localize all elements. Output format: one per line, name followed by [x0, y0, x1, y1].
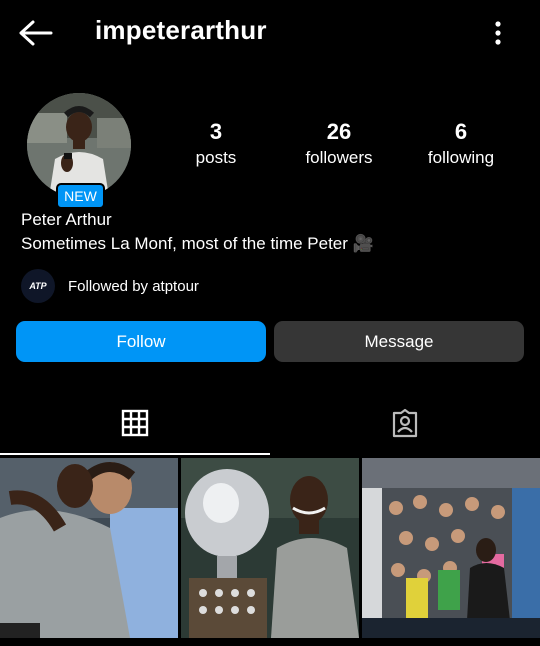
- stat-following[interactable]: 6 following: [416, 118, 506, 170]
- post-thumbnail-2[interactable]: [181, 458, 359, 638]
- tagged-icon: [390, 408, 420, 443]
- follow-button[interactable]: Follow: [16, 321, 266, 362]
- stat-posts[interactable]: 3 posts: [180, 118, 252, 170]
- followers-count: 26: [326, 119, 352, 144]
- grid-icon: [121, 409, 149, 442]
- profile-bio: Sometimes La Monf, most of the time Pete…: [21, 234, 374, 253]
- avatar-image: [27, 93, 131, 197]
- more-options-icon[interactable]: [488, 18, 508, 48]
- message-button[interactable]: Message: [274, 321, 524, 362]
- top-bar: impeterarthur: [0, 0, 540, 64]
- followed-by-text: Followed by atptour: [68, 277, 199, 295]
- followed-by-row[interactable]: ATP Followed by atptour: [21, 268, 199, 304]
- posts-label: posts: [195, 148, 237, 167]
- active-tab-indicator: [0, 453, 270, 455]
- tab-posts-grid[interactable]: [0, 395, 270, 455]
- tab-tagged[interactable]: [270, 395, 540, 455]
- following-label: following: [427, 148, 495, 167]
- profile-name: Peter Arthur: [21, 210, 112, 229]
- new-badge: NEW: [56, 183, 105, 209]
- stat-followers[interactable]: 26 followers: [292, 118, 386, 170]
- followers-label: followers: [305, 148, 373, 167]
- posts-count: 3: [209, 119, 223, 144]
- back-arrow-icon[interactable]: [18, 18, 54, 48]
- atptour-avatar: ATP: [21, 269, 55, 303]
- profile-username: impeterarthur: [95, 15, 267, 45]
- post-thumbnail-3[interactable]: [362, 458, 540, 638]
- profile-avatar[interactable]: [27, 93, 131, 197]
- following-count: 6: [454, 119, 468, 144]
- post-thumbnail-1[interactable]: [0, 458, 178, 638]
